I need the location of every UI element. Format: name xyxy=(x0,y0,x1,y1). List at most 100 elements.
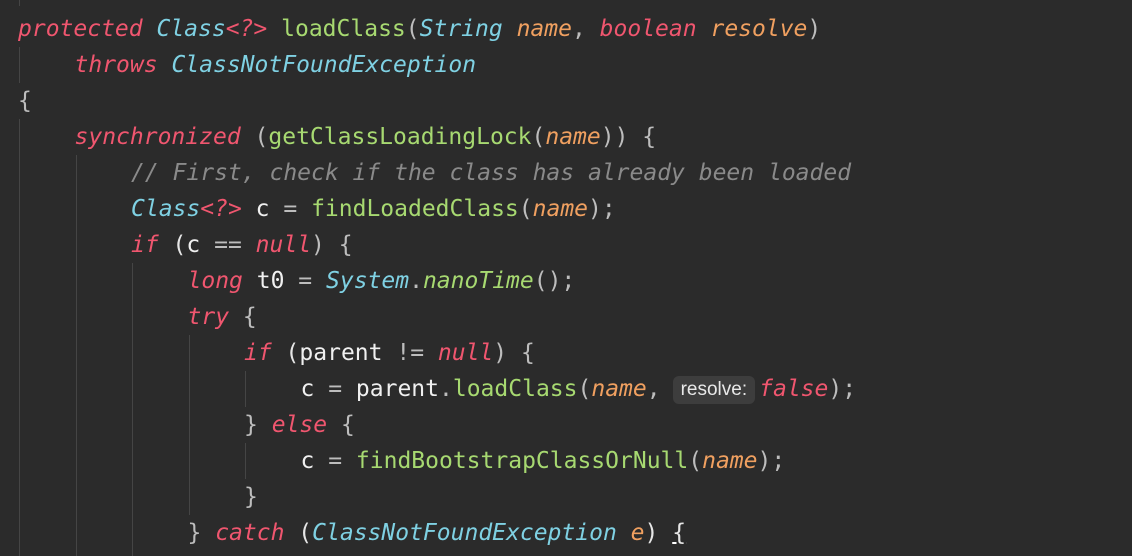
token-punctuation: = xyxy=(314,376,356,402)
token-keyword: synchronized xyxy=(74,124,241,150)
token-text: ( xyxy=(271,340,300,366)
token-text: ( xyxy=(158,232,187,258)
token-variable: c xyxy=(255,196,270,222)
code-line[interactable]: c = findBootstrapClassOrNull(name); xyxy=(301,443,786,479)
token-keyword: if xyxy=(131,232,159,258)
token-parameter: name xyxy=(545,124,601,150)
token-text: ) xyxy=(644,520,673,546)
token-punctuation: ( xyxy=(254,124,269,150)
token-parameter: e xyxy=(630,520,645,546)
token-type-name: System xyxy=(326,268,410,294)
code-line[interactable]: } xyxy=(244,479,258,515)
token-punctuation: ); xyxy=(588,196,616,222)
indent-guide xyxy=(19,0,20,6)
token-punctuation: } xyxy=(187,520,216,546)
code-line[interactable]: protected Class<?> loadClass(String name… xyxy=(18,11,821,47)
code-line[interactable]: throws ClassNotFoundException xyxy=(75,47,477,83)
token-punctuation: ); xyxy=(828,376,857,402)
token-punctuation: , xyxy=(571,16,600,42)
token-parameter: name xyxy=(532,196,589,222)
token-parameter: name xyxy=(516,16,572,42)
token-punctuation: = xyxy=(284,268,326,294)
token-method-name: loadClass xyxy=(281,16,406,42)
indent-guide xyxy=(19,47,20,83)
indent-guide xyxy=(245,443,246,479)
indent-guide xyxy=(245,371,246,407)
token-punctuation: == xyxy=(200,232,256,258)
token-keyword: long xyxy=(187,268,243,294)
token-punctuation: != xyxy=(382,340,438,366)
token-punctuation: ( xyxy=(405,16,420,42)
token-variable: c xyxy=(186,232,201,258)
code-line[interactable]: // First, check if the class has already… xyxy=(131,155,851,191)
token-method-name: findLoadedClass xyxy=(311,196,519,222)
token-type-name: ClassNotFoundException xyxy=(312,520,617,546)
token-punctuation: } xyxy=(244,484,258,510)
token-method-name: findBootstrapClassOrNull xyxy=(355,448,689,474)
code-line[interactable]: synchronized (getClassLoadingLock(name))… xyxy=(75,119,657,155)
token-keyword: false xyxy=(759,376,829,402)
code-line[interactable]: c = parent.loadClass(name, resolve: false)… xyxy=(300,371,857,407)
code-line[interactable]: Class<?> c = findLoadedClass(name); xyxy=(131,191,616,227)
token-keyword: <?> xyxy=(225,16,268,42)
token-punctuation: ( xyxy=(688,448,703,474)
token-keyword: try xyxy=(187,304,230,330)
indent-guide xyxy=(75,155,77,556)
token-type-name: String xyxy=(419,16,503,42)
token-keyword: null xyxy=(437,340,494,366)
code-line[interactable]: try { xyxy=(188,299,257,335)
code-line[interactable]: if (c == null) { xyxy=(131,227,353,263)
token-punctuation: } xyxy=(244,412,272,438)
token-type-name: ClassNotFoundException xyxy=(171,52,477,78)
token-punctuation: { xyxy=(327,412,355,438)
token-punctuation: , xyxy=(646,376,661,402)
token-method-name: loadClass xyxy=(452,376,578,402)
token-variable: c xyxy=(300,376,315,402)
token-comment: // First, check if the class has already… xyxy=(131,160,852,186)
token-punctuation: )) { xyxy=(600,124,657,150)
token-keyword: catch xyxy=(215,520,285,546)
token-text: ( xyxy=(284,520,313,546)
code-line[interactable]: if (parent != null) { xyxy=(244,335,535,371)
token-punctuation: (); xyxy=(533,268,576,294)
token-keyword: if xyxy=(244,340,272,366)
token-keyword: else xyxy=(271,412,328,438)
token-punctuation: ( xyxy=(531,124,546,150)
code-line[interactable]: long t0 = System.nanoTime(); xyxy=(188,263,576,299)
token-variable: c xyxy=(300,448,315,474)
token-variable: parent xyxy=(299,340,383,366)
code-line[interactable]: } else { xyxy=(244,407,355,443)
token-parameter: resolve xyxy=(710,16,808,42)
token-method-name: getClassLoadingLock xyxy=(268,124,532,150)
token-punctuation: . xyxy=(409,268,423,294)
code-editor[interactable]: protected Class<?> loadClass(String name… xyxy=(0,0,1132,556)
code-line[interactable]: { xyxy=(18,83,32,119)
token-punctuation: ( xyxy=(577,376,592,402)
token-caret-brace: { xyxy=(672,520,687,546)
code-line[interactable]: } catch (ClassNotFoundException e) { xyxy=(188,515,687,551)
token-keyword: <?> xyxy=(200,196,242,222)
token-punctuation: ) xyxy=(807,16,822,42)
token-variable: parent xyxy=(355,376,439,402)
token-parameter-hint: resolve: xyxy=(672,376,756,404)
token-type-name: Class xyxy=(131,196,201,222)
token-punctuation: ( xyxy=(518,196,533,222)
token-method-name: nanoTime xyxy=(422,268,534,294)
indent-guide xyxy=(19,119,20,556)
token-type-name: Class xyxy=(156,16,226,42)
token-parameter: name xyxy=(702,448,758,474)
indent-guide xyxy=(188,335,190,515)
token-punctuation: = xyxy=(269,196,312,222)
token-variable: t0 xyxy=(256,268,285,294)
token-punctuation: ) { xyxy=(493,340,535,366)
token-keyword: protected xyxy=(18,16,143,42)
token-keyword: boolean xyxy=(599,16,697,42)
token-punctuation: { xyxy=(229,304,257,330)
token-keyword: throws xyxy=(74,52,158,78)
